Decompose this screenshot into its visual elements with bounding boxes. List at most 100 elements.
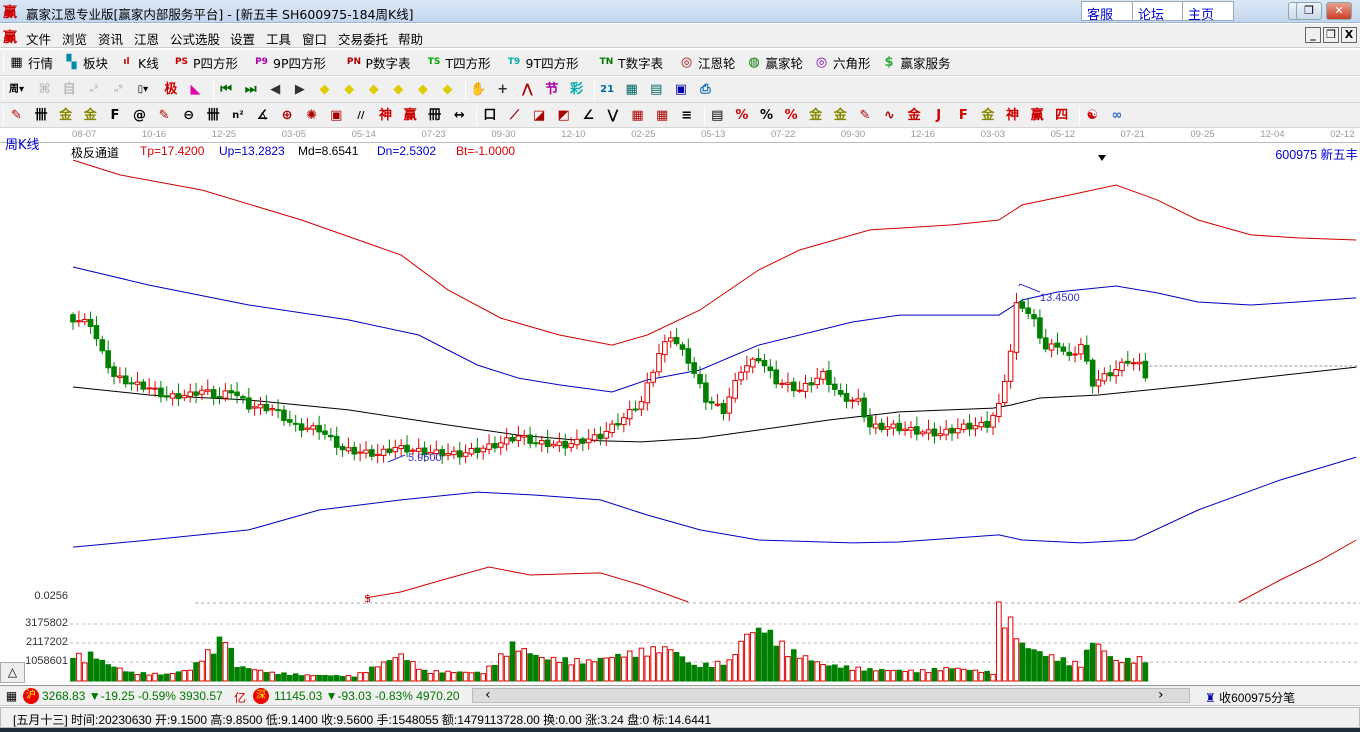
volume-bar [328, 675, 334, 682]
volume-bar [568, 664, 574, 682]
candle [914, 416, 920, 441]
candle-body [474, 447, 481, 453]
volume-bar [814, 661, 821, 682]
candle-body [837, 390, 844, 395]
volume-bar [304, 674, 311, 682]
candle [1001, 374, 1008, 406]
volume-bar [140, 672, 147, 682]
candle [298, 418, 305, 438]
candle [333, 426, 340, 456]
candle [486, 434, 492, 455]
volume-bar [644, 655, 651, 682]
candle-body [556, 441, 563, 446]
volume-bar [855, 666, 862, 682]
candle [955, 418, 961, 440]
volume-bar [667, 649, 674, 682]
volume-bar [826, 665, 832, 682]
quote-table-icon[interactable]: ▦ [3, 688, 20, 705]
volume-bar [562, 657, 569, 682]
candle [720, 399, 727, 421]
volume-bar [269, 671, 276, 682]
candle [984, 411, 990, 433]
kline-chart[interactable]: 13.4500 5.9500 $ [0, 0, 1360, 684]
volume-bar [703, 662, 709, 682]
candle [87, 311, 94, 334]
volume-bar [216, 636, 223, 682]
candle-body [216, 396, 223, 399]
tick-detail-link[interactable]: ♜ 收600975分笔 [1205, 689, 1295, 706]
volume-bar [621, 656, 627, 682]
candle-body [814, 377, 821, 386]
low-marker-line [387, 454, 406, 463]
candle-body [749, 358, 756, 368]
candle-body [398, 445, 404, 450]
candle [1048, 339, 1055, 358]
candle [562, 433, 569, 456]
candle [304, 417, 311, 433]
candle [122, 367, 129, 388]
volume-bar [626, 650, 633, 682]
volume-bar [1136, 656, 1143, 682]
candle-body [790, 381, 797, 392]
candle-body [591, 434, 598, 441]
candle-body [87, 318, 94, 328]
volume-bar [76, 652, 82, 682]
volume-bar [597, 657, 604, 682]
volume-bar [773, 645, 780, 682]
candle [1125, 350, 1131, 367]
volume-bar [263, 672, 270, 682]
scroll-right-button[interactable]: › [1158, 687, 1164, 703]
candle-body [673, 336, 680, 345]
volume-bar [1066, 665, 1073, 682]
candle [1025, 297, 1031, 320]
candle-body [1142, 360, 1149, 379]
volume-bar [749, 632, 756, 682]
volume-bar [1125, 657, 1131, 682]
candle-body [240, 396, 246, 399]
toggle-volume-button[interactable]: △ [0, 662, 25, 683]
dollar-marker: $ [364, 592, 371, 605]
candle-body [117, 375, 123, 378]
candle [597, 426, 604, 446]
candle [386, 439, 393, 456]
candle-body [650, 371, 656, 383]
candle-body [779, 382, 785, 385]
candle-body [1019, 301, 1026, 309]
volume-bar [474, 671, 481, 682]
candle-body [568, 443, 574, 448]
candle-body [1042, 337, 1049, 350]
candle [802, 375, 809, 399]
candle [785, 372, 791, 393]
candle-body [550, 443, 557, 447]
channel-line-bt_b [1238, 539, 1357, 603]
candle-body [210, 389, 217, 399]
volume-bar [832, 664, 838, 682]
volume-bar [1031, 649, 1037, 682]
candle-body [292, 422, 299, 425]
volume-bar [287, 675, 293, 682]
candle-body [726, 396, 733, 414]
volume-bar [744, 633, 750, 682]
volume-bar [351, 676, 358, 682]
volume-bar [234, 666, 240, 682]
volume-bar [81, 662, 88, 682]
candle-body [585, 438, 592, 444]
candle-body [275, 409, 281, 412]
unit-label: 亿 [234, 691, 247, 705]
candle-body [767, 366, 774, 372]
volume-tick: 3175802 [25, 617, 68, 629]
candle [591, 428, 598, 443]
candle-body [1078, 343, 1084, 355]
channel-line-tp [72, 160, 1357, 346]
volume-bar [673, 651, 680, 682]
volume-bar [638, 647, 645, 682]
candle [621, 412, 627, 433]
scroll-left-button[interactable]: ‹ [485, 687, 491, 703]
volume-bar [1113, 659, 1119, 682]
candle-body [1083, 344, 1090, 362]
horizontal-scrollbar[interactable]: ‹ › [472, 687, 1190, 703]
candle [667, 330, 674, 348]
volume-bar [105, 664, 111, 682]
candle [749, 356, 756, 374]
volume-bar [1037, 651, 1043, 682]
